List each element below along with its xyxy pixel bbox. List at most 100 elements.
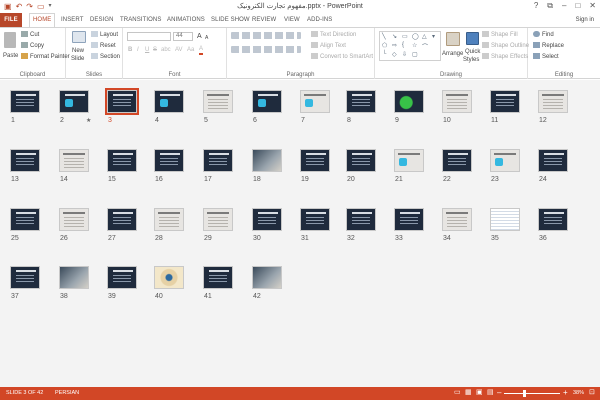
help-icon[interactable]: ? [534, 0, 538, 11]
new-slide-dropdown[interactable]: Slide [71, 55, 84, 63]
tab-home[interactable]: HOME [29, 13, 56, 27]
zoom-out-button[interactable]: – [497, 388, 501, 397]
copy-button[interactable]: Copy [21, 42, 44, 50]
reading-view-icon[interactable]: ▣ [476, 388, 483, 397]
strikethrough-button[interactable]: S [153, 46, 157, 54]
slide-thumbnail[interactable] [203, 149, 233, 172]
slide-thumbnail[interactable] [10, 149, 40, 172]
sign-in-link[interactable]: Sign in [576, 14, 594, 26]
gallery-more-icon[interactable]: ▾ [432, 33, 435, 40]
rectangle-shape-icon[interactable]: ▭ [402, 33, 408, 40]
slide-thumbnail[interactable] [59, 90, 89, 113]
slide-thumbnail[interactable] [203, 266, 233, 289]
text-shadow-button[interactable]: abc [161, 46, 171, 54]
shape-effects-button[interactable]: Shape Effects [482, 53, 528, 61]
cut-button[interactable]: Cut [21, 31, 39, 39]
slide-thumbnail[interactable] [490, 208, 520, 231]
slide-thumbnail[interactable] [394, 90, 424, 113]
slide-thumbnail[interactable] [203, 90, 233, 113]
slide-thumbnail[interactable] [252, 208, 282, 231]
slide-thumbnail[interactable] [442, 208, 472, 231]
slide-thumbnail[interactable] [59, 266, 89, 289]
font-name-input[interactable] [127, 32, 171, 41]
slide-thumbnail[interactable] [394, 149, 424, 172]
arrow-shape-icon[interactable]: ↘ [392, 33, 397, 40]
slide-thumbnail[interactable] [490, 90, 520, 113]
fit-to-window-icon[interactable]: ⊡ [589, 388, 595, 397]
brace-shape-icon[interactable]: { [402, 42, 404, 48]
animation-star-icon[interactable]: ★ [86, 117, 91, 124]
find-button[interactable]: Find [533, 31, 554, 39]
slide-thumbnail[interactable] [252, 266, 282, 289]
slide-thumbnail[interactable] [154, 149, 184, 172]
align-text-button[interactable]: Align Text [311, 42, 346, 50]
tab-animations[interactable]: ANIMATIONS [167, 14, 205, 26]
convert-smartart-button[interactable]: Convert to SmartArt [311, 53, 373, 61]
slide-thumbnail[interactable] [300, 90, 330, 113]
slide-thumbnail[interactable] [300, 208, 330, 231]
slide-thumbnail[interactable] [490, 149, 520, 172]
slide-thumbnail[interactable] [538, 90, 568, 113]
connector-shape-icon[interactable]: └ [382, 51, 386, 57]
bullets-numbering-icon[interactable] [231, 32, 301, 39]
maximize-icon[interactable]: □ [575, 0, 580, 11]
format-painter-button[interactable]: Format Painter [21, 53, 70, 61]
callout-shape-icon[interactable]: ▢ [412, 51, 418, 58]
new-slide-icon[interactable] [72, 31, 86, 43]
paste-icon[interactable] [4, 32, 16, 48]
slide-thumbnail[interactable] [154, 266, 184, 289]
tab-file[interactable]: FILE [0, 13, 22, 27]
tab-view[interactable]: VIEW [284, 14, 300, 26]
shape-fill-button[interactable]: Shape Fill [482, 31, 518, 39]
underline-button[interactable]: U [145, 46, 149, 54]
text-direction-button[interactable]: Text Direction [311, 31, 356, 39]
bold-button[interactable]: B [128, 46, 132, 54]
slide-thumbnail[interactable] [59, 208, 89, 231]
slide-thumbnail[interactable] [346, 208, 376, 231]
grow-font-button[interactable]: A [197, 33, 202, 41]
quick-styles-icon[interactable] [466, 32, 479, 45]
slide-thumbnail[interactable] [154, 208, 184, 231]
zoom-slider-handle[interactable] [523, 390, 526, 397]
tab-design[interactable]: DESIGN [90, 14, 114, 26]
triangle-shape-icon[interactable]: △ [422, 33, 427, 40]
replace-button[interactable]: Replace [533, 42, 564, 50]
oval-shape-icon[interactable]: ◯ [412, 33, 419, 40]
slide-thumbnail[interactable] [10, 208, 40, 231]
slide-thumbnail[interactable] [10, 266, 40, 289]
slide-thumbnail[interactable] [203, 208, 233, 231]
section-button[interactable]: Section [91, 53, 120, 61]
shrink-font-button[interactable]: A [205, 34, 208, 42]
tab-review[interactable]: REVIEW [252, 14, 276, 26]
ribbon-display-options-icon[interactable]: ⧉ [547, 0, 553, 11]
slide-thumbnail[interactable] [442, 149, 472, 172]
slide-thumbnail[interactable] [107, 149, 137, 172]
alignment-icon[interactable] [231, 46, 301, 53]
line-shape-icon[interactable]: ╲ [382, 33, 386, 40]
slide-thumbnail[interactable] [538, 149, 568, 172]
normal-view-icon[interactable]: ▭ [454, 388, 461, 397]
zoom-slider[interactable] [504, 393, 560, 394]
tab-insert[interactable]: INSERT [61, 14, 84, 26]
slide-thumbnail[interactable] [538, 208, 568, 231]
change-case-button[interactable]: Aa [187, 46, 194, 54]
slide-thumbnail[interactable] [394, 208, 424, 231]
slide-thumbnail[interactable] [252, 90, 282, 113]
slide-show-icon[interactable]: ▤ [487, 388, 494, 397]
zoom-level[interactable]: 38% [573, 389, 584, 398]
close-icon[interactable]: ✕ [589, 0, 596, 11]
slide-thumbnail[interactable] [252, 149, 282, 172]
slide-thumbnail[interactable] [105, 88, 139, 115]
italic-button[interactable]: I [137, 46, 139, 54]
curve-shape-icon[interactable]: ⌒ [422, 42, 428, 51]
slide-thumbnail[interactable] [346, 149, 376, 172]
slide-thumbnail[interactable] [154, 90, 184, 113]
minimize-icon[interactable]: – [562, 0, 566, 11]
font-size-input[interactable]: 44 [173, 32, 193, 41]
tab-transitions[interactable]: TRANSITIONS [120, 14, 161, 26]
right-arrow-shape-icon[interactable]: ⇨ [392, 42, 397, 49]
slide-thumbnail[interactable] [300, 149, 330, 172]
reset-button[interactable]: Reset [91, 42, 116, 50]
shape-outline-button[interactable]: Shape Outline [482, 42, 529, 50]
slide-thumbnail[interactable] [59, 149, 89, 172]
